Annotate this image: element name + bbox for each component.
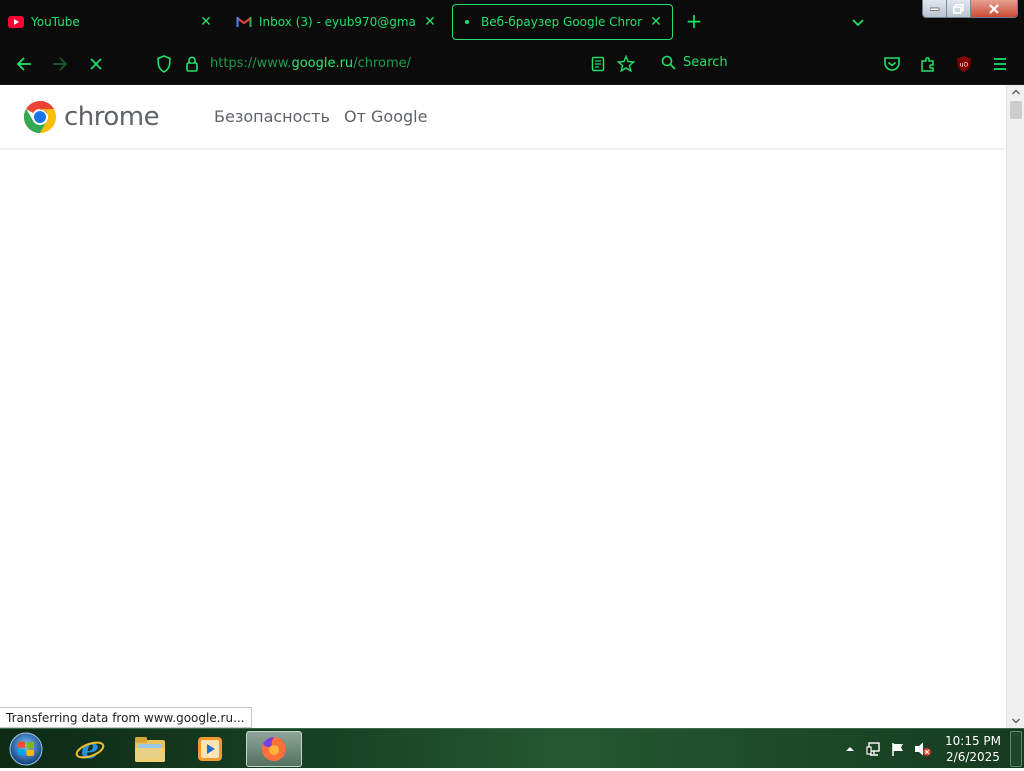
- nav-link-security[interactable]: Безопасность: [214, 107, 330, 126]
- tab-chrome[interactable]: Веб-браузер Google Chrome ✕: [452, 4, 673, 40]
- loading-dot-icon: [465, 20, 469, 24]
- start-button[interactable]: [6, 731, 46, 767]
- tab-close-icon[interactable]: ✕: [648, 14, 664, 30]
- chrome-logo-icon: [23, 100, 57, 133]
- bookmark-star-icon[interactable]: [616, 54, 636, 74]
- search-icon: [661, 55, 676, 70]
- svg-text:e: e: [81, 733, 99, 765]
- tab-gmail[interactable]: Inbox (3) - eyub970@gmail.com ✕: [228, 4, 446, 40]
- url-prefix: https://www.: [210, 56, 292, 71]
- folder-icon: [135, 737, 165, 762]
- chrome-logo[interactable]: chrome: [22, 99, 160, 135]
- taskbar-file-explorer[interactable]: [122, 731, 178, 767]
- search-box[interactable]: Search: [661, 55, 728, 70]
- volume-muted-icon[interactable]: [914, 739, 932, 759]
- window-controls: [922, 0, 1018, 18]
- minimize-button[interactable]: [923, 0, 947, 17]
- firefox-icon: [261, 737, 286, 761]
- show-desktop-button[interactable]: [1010, 731, 1022, 767]
- network-icon[interactable]: [866, 739, 882, 759]
- browser-window: YouTube ✕ Inbox (3) - eyub970@gmail.com …: [0, 0, 1024, 728]
- page-scrollbar[interactable]: [1006, 85, 1024, 728]
- status-bar: Transferring data from www.google.ru...: [0, 707, 252, 728]
- tab-youtube[interactable]: YouTube ✕: [0, 4, 222, 40]
- url-bar[interactable]: https://www.google.ru/chrome/: [210, 56, 411, 71]
- search-placeholder: Search: [683, 55, 728, 70]
- new-tab-button[interactable]: +: [684, 11, 704, 32]
- tab-list-chevron-icon[interactable]: [848, 12, 868, 32]
- navigation-toolbar: https://www.google.ru/chrome/ Search uO: [0, 44, 1024, 85]
- web-content: chrome Безопасность От Google: [0, 85, 1006, 728]
- media-player-icon: [198, 737, 222, 761]
- tab-close-icon[interactable]: ✕: [422, 14, 438, 30]
- tray-show-hidden-icon[interactable]: [845, 739, 855, 759]
- tab-title: Веб-браузер Google Chrome: [481, 15, 642, 29]
- scroll-down-icon: [1011, 718, 1021, 724]
- taskbar-firefox[interactable]: [246, 731, 302, 767]
- restore-button[interactable]: [947, 0, 971, 17]
- clock-date: 2/6/2025: [946, 750, 1000, 764]
- clock-time: 10:15 PM: [945, 734, 1001, 748]
- lock-icon[interactable]: [182, 54, 202, 74]
- action-center-flag-icon[interactable]: [890, 739, 906, 759]
- url-host: google.ru: [291, 56, 354, 71]
- pocket-icon[interactable]: [882, 54, 902, 74]
- tracking-shield-icon[interactable]: [154, 54, 174, 74]
- scroll-up-icon: [1011, 89, 1021, 95]
- back-button[interactable]: [14, 54, 34, 74]
- taskbar-internet-explorer[interactable]: e: [62, 731, 118, 767]
- tab-title: Inbox (3) - eyub970@gmail.com: [259, 15, 416, 29]
- tab-strip: YouTube ✕ Inbox (3) - eyub970@gmail.com …: [0, 0, 1024, 44]
- forward-button[interactable]: [50, 54, 70, 74]
- taskbar: e 10:15 PM 2/6/2025: [0, 728, 1024, 768]
- taskbar-media-player[interactable]: [182, 731, 238, 767]
- nav-link-by-google[interactable]: От Google: [344, 107, 427, 126]
- site-header: chrome Безопасность От Google: [0, 85, 1006, 149]
- url-path: /chrome/: [353, 56, 412, 71]
- internet-explorer-icon: e: [75, 733, 105, 765]
- gmail-icon: [236, 14, 252, 30]
- reader-view-icon[interactable]: [588, 54, 608, 74]
- tab-title: YouTube: [31, 15, 80, 29]
- taskbar-clock[interactable]: 10:15 PM 2/6/2025: [938, 733, 1008, 765]
- youtube-icon: [8, 14, 24, 30]
- menu-hamburger-icon[interactable]: [990, 54, 1010, 74]
- chrome-logo-text: chrome: [64, 102, 160, 132]
- ublock-origin-icon[interactable]: uO: [954, 54, 974, 74]
- tab-close-icon[interactable]: ✕: [198, 14, 214, 30]
- scrollbar-thumb[interactable]: [1010, 101, 1022, 119]
- svg-text:uO: uO: [960, 62, 969, 69]
- close-window-button[interactable]: [971, 0, 1017, 17]
- stop-loading-button[interactable]: [86, 54, 106, 74]
- extensions-puzzle-icon[interactable]: [918, 54, 938, 74]
